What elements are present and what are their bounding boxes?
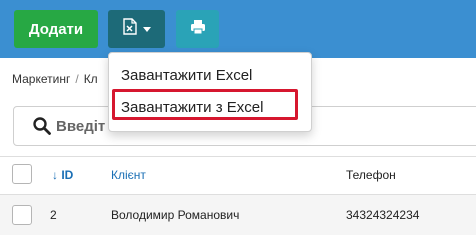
- print-button[interactable]: [176, 10, 219, 48]
- download-excel-item[interactable]: Завантажити Excel: [121, 67, 252, 84]
- row-client[interactable]: Володимир Романович: [111, 208, 239, 222]
- add-button[interactable]: Додати: [14, 10, 98, 48]
- row-phone: 34324324234: [346, 208, 420, 222]
- row-id: 2: [50, 208, 57, 222]
- phone-column-header: Телефон: [346, 168, 396, 182]
- id-column-header[interactable]: ↓ ID: [52, 168, 73, 182]
- excel-dropdown-button[interactable]: [108, 10, 165, 48]
- select-all-checkbox[interactable]: [12, 164, 32, 184]
- id-header-label: ID: [61, 168, 74, 182]
- breadcrumb-item-marketing[interactable]: Маркетинг: [12, 72, 70, 86]
- excel-file-icon: [122, 18, 137, 40]
- search-icon: [32, 116, 52, 141]
- table-top-divider: [0, 156, 476, 157]
- client-column-header[interactable]: Клієнт: [111, 168, 146, 182]
- sort-down-arrow: ↓: [52, 168, 58, 182]
- breadcrumb-separator: /: [75, 72, 79, 86]
- excel-dropdown-menu: Завантажити Excel Завантажити з Excel: [108, 52, 312, 132]
- row-checkbox[interactable]: [12, 205, 32, 225]
- breadcrumb: Маркетинг / Кл: [12, 72, 122, 86]
- printer-icon: [190, 19, 206, 40]
- highlight-box: [112, 89, 298, 120]
- search-input[interactable]: [56, 115, 116, 137]
- top-toolbar: Додати: [0, 0, 476, 58]
- breadcrumb-item-clients[interactable]: Кл: [84, 72, 98, 86]
- chevron-down-icon: [142, 26, 151, 32]
